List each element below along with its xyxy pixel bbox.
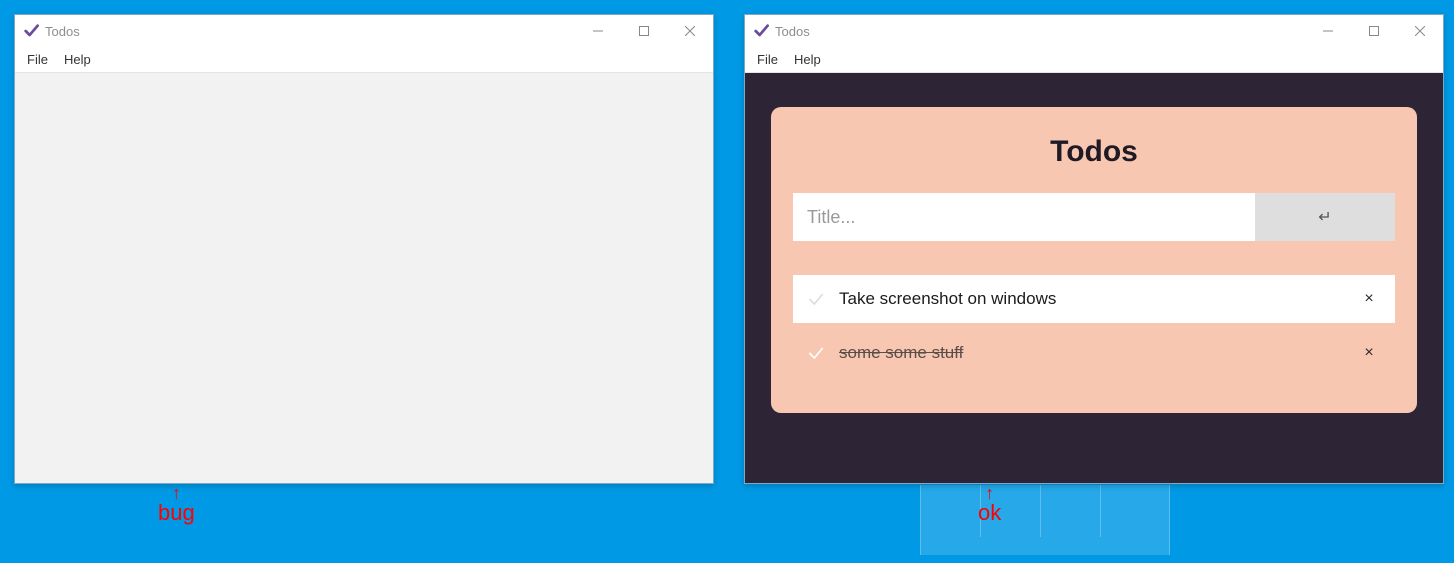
delete-todo-button[interactable]: × — [1357, 344, 1381, 362]
maximize-button[interactable] — [621, 15, 667, 47]
menubar: File Help — [745, 47, 1443, 73]
todos-heading: Todos — [793, 135, 1395, 169]
annotation-label: bug — [158, 500, 195, 525]
todo-item[interactable]: Take screenshot on windows × — [793, 275, 1395, 323]
todo-label: Take screenshot on windows — [839, 289, 1357, 309]
new-todo-row: ↵ — [793, 193, 1395, 241]
delete-todo-button[interactable]: × — [1357, 290, 1381, 308]
client-area: Todos ↵ Take screenshot on windows × som… — [745, 73, 1443, 483]
app-window-bug: Todos File Help — [14, 14, 714, 484]
enter-icon: ↵ — [1318, 207, 1331, 227]
checkmark-icon[interactable] — [803, 340, 829, 366]
menu-file[interactable]: File — [19, 50, 56, 69]
todo-item[interactable]: some some stuff × — [793, 329, 1395, 377]
checkmark-icon[interactable] — [803, 286, 829, 312]
todo-label: some some stuff — [839, 343, 1357, 363]
menu-help[interactable]: Help — [56, 50, 99, 69]
annotation-label: ok — [978, 500, 1001, 525]
menu-help[interactable]: Help — [786, 50, 829, 69]
desktop-taskbar-fragment — [920, 485, 1170, 555]
maximize-button[interactable] — [1351, 15, 1397, 47]
arrow-up-icon: ↑ — [978, 486, 1001, 500]
close-button[interactable] — [1397, 15, 1443, 47]
app-check-icon — [23, 23, 39, 39]
minimize-button[interactable] — [1305, 15, 1351, 47]
app-window-ok: Todos File Help Todos ↵ Take screenshot … — [744, 14, 1444, 484]
menu-file[interactable]: File — [749, 50, 786, 69]
window-title: Todos — [775, 24, 810, 39]
annotation-bug: ↑ bug — [158, 486, 195, 526]
titlebar[interactable]: Todos — [745, 15, 1443, 47]
annotation-ok: ↑ ok — [978, 486, 1001, 526]
add-todo-button[interactable]: ↵ — [1255, 193, 1395, 241]
titlebar[interactable]: Todos — [15, 15, 713, 47]
new-todo-input[interactable] — [793, 193, 1255, 241]
menubar: File Help — [15, 47, 713, 73]
arrow-up-icon: ↑ — [158, 486, 195, 500]
minimize-button[interactable] — [575, 15, 621, 47]
client-area-empty — [15, 73, 713, 483]
todos-card: Todos ↵ Take screenshot on windows × som… — [771, 107, 1417, 413]
close-button[interactable] — [667, 15, 713, 47]
app-check-icon — [753, 23, 769, 39]
window-title: Todos — [45, 24, 80, 39]
